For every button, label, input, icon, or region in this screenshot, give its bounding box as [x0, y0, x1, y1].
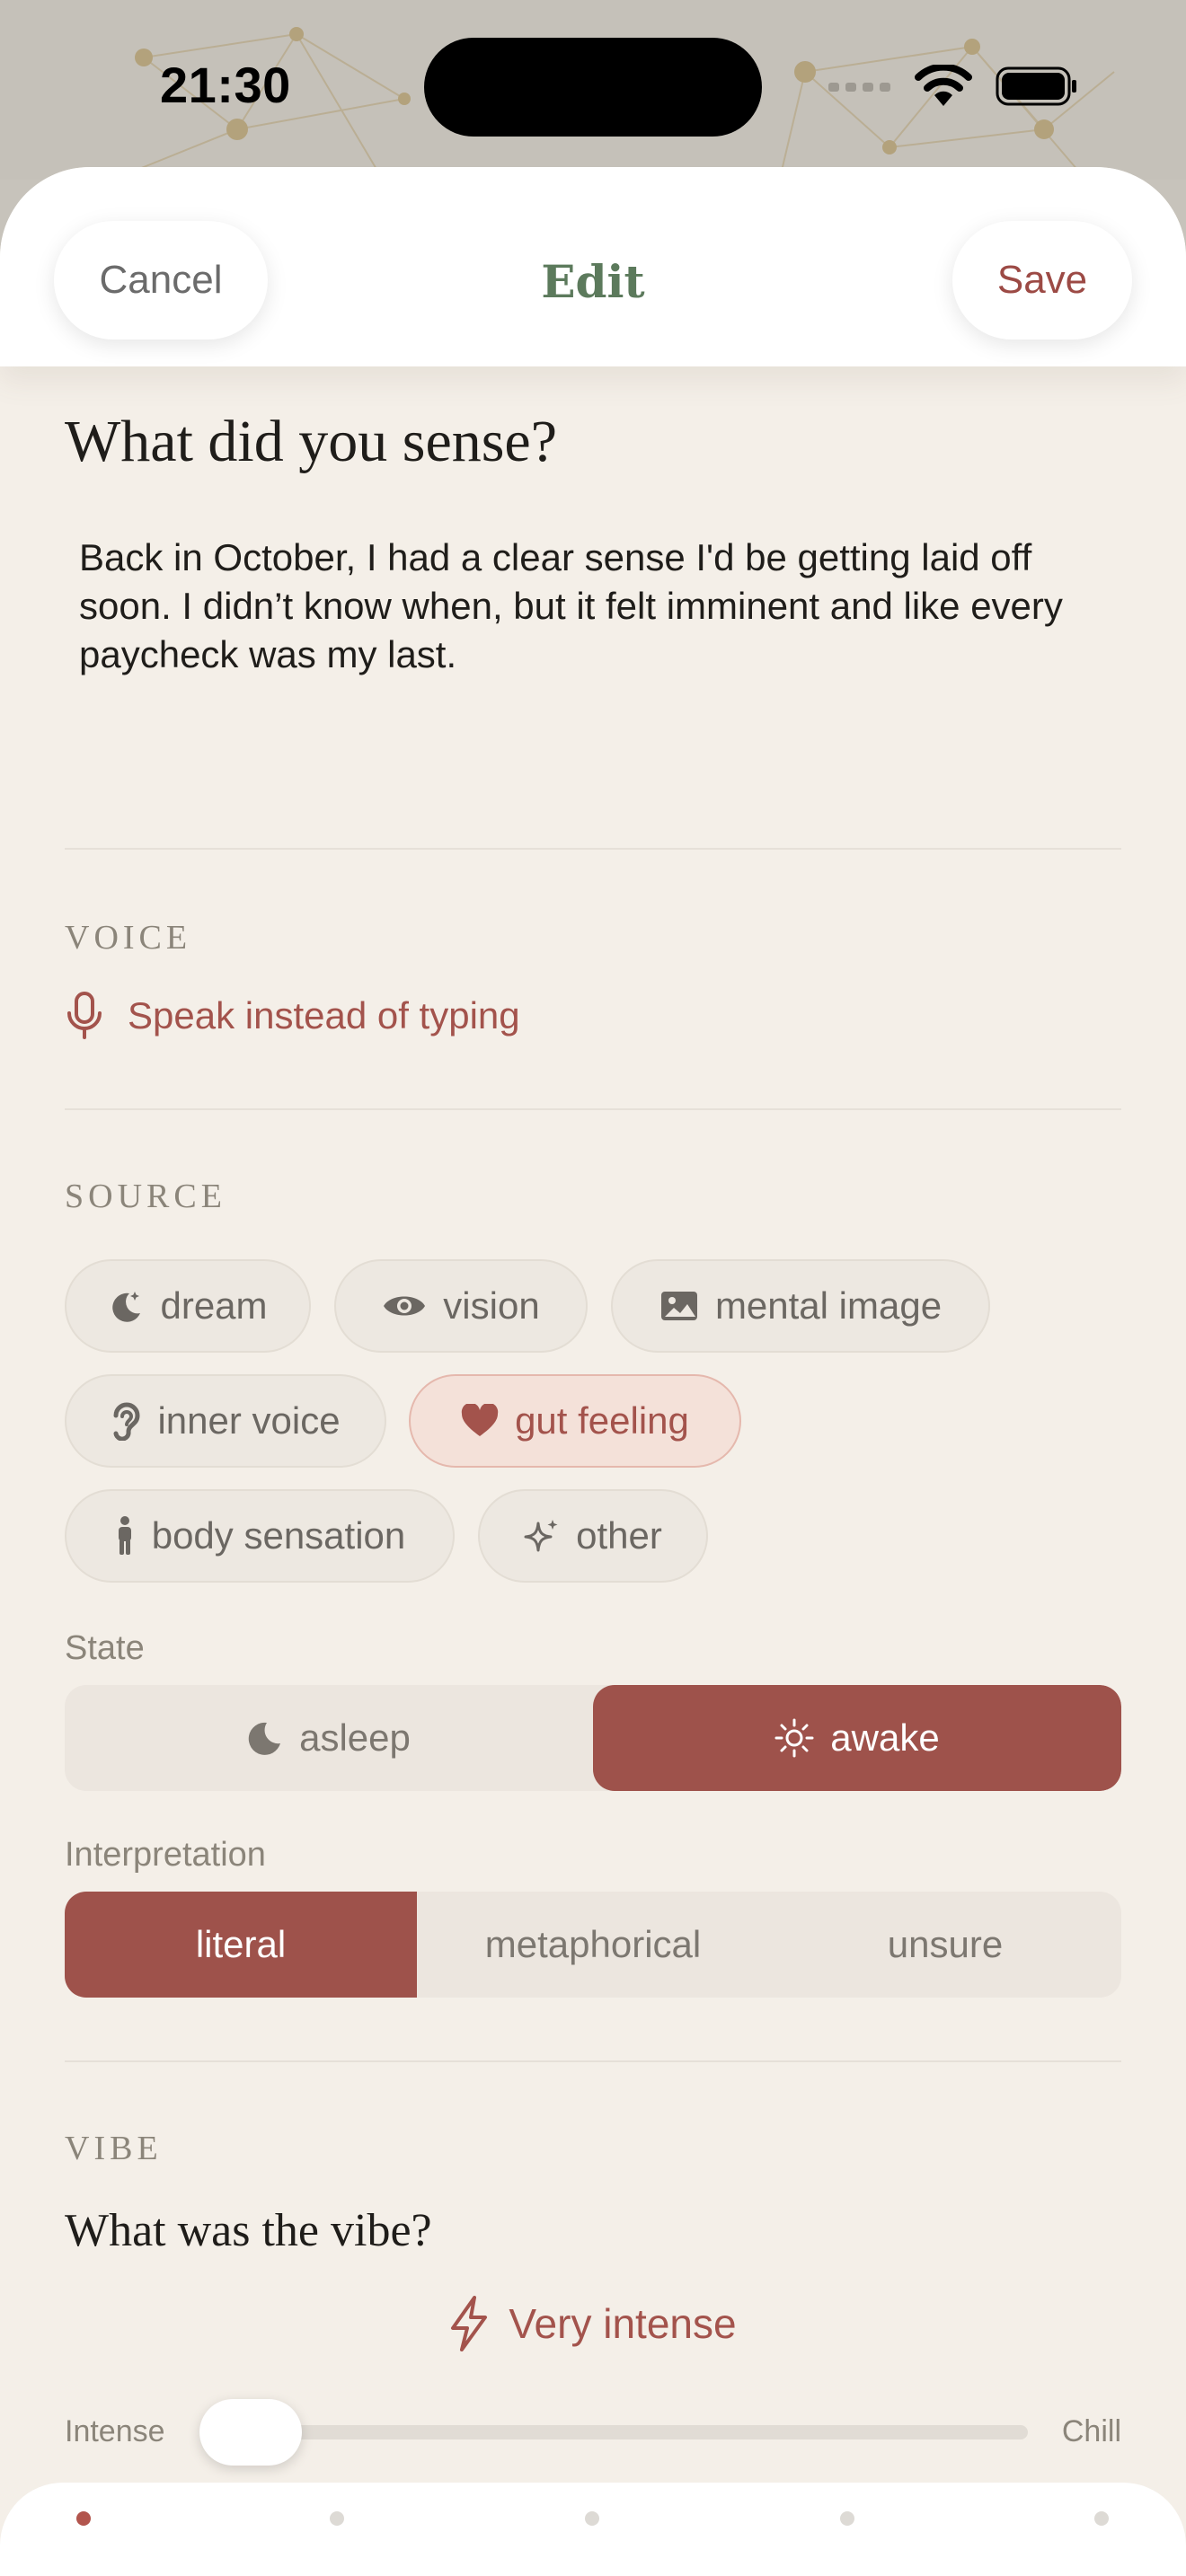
- intensity-label: Very intense: [509, 2300, 737, 2347]
- sun-icon: [774, 1718, 814, 1758]
- chip-label: inner voice: [157, 1399, 341, 1442]
- ear-icon: [113, 1402, 140, 1441]
- state-label: State: [65, 1629, 145, 1667]
- status-icons: [828, 65, 1078, 108]
- navigation-bar: Cancel Edit Save: [0, 167, 1186, 366]
- source-chip-other[interactable]: other: [478, 1489, 708, 1583]
- page-dot[interactable]: [840, 2511, 854, 2526]
- source-chip-vision[interactable]: vision: [334, 1259, 588, 1353]
- section-label-voice: VOICE: [65, 919, 192, 957]
- sparkles-icon: [524, 1520, 558, 1552]
- source-chip-body-sensation[interactable]: body sensation: [65, 1489, 455, 1583]
- status-time: 21:30: [160, 57, 291, 113]
- slider-max-label: Chill: [1061, 2414, 1121, 2448]
- interpretation-option-unsure[interactable]: unsure: [769, 1892, 1121, 1998]
- moon-stars-icon: [112, 1292, 141, 1322]
- page-dot[interactable]: [585, 2511, 599, 2526]
- status-bar: 21:30: [0, 0, 1186, 180]
- page-dot[interactable]: [330, 2511, 344, 2526]
- interpretation-label: Interpretation: [65, 1836, 266, 1874]
- vibe-slider-thumb[interactable]: [199, 2399, 302, 2466]
- person-icon: [118, 1516, 131, 1555]
- vibe-slider-track[interactable]: [234, 2425, 1028, 2439]
- moon-icon: [248, 1722, 281, 1755]
- speak-instead-label: Speak instead of typing: [128, 994, 520, 1037]
- source-chip-dream[interactable]: dream: [65, 1259, 311, 1353]
- state-option-label: awake: [830, 1716, 940, 1759]
- interpretation-option-literal[interactable]: literal: [65, 1892, 417, 1998]
- bolt-icon: [451, 2296, 488, 2351]
- divider: [65, 848, 1121, 850]
- battery-icon: [996, 66, 1076, 106]
- chip-label: mental image: [714, 1284, 943, 1327]
- eye-icon: [384, 1296, 426, 1316]
- state-option-label: asleep: [299, 1716, 411, 1759]
- section-label-vibe: VIBE: [65, 2130, 163, 2167]
- chip-label: vision: [443, 1284, 540, 1327]
- heart-icon: [461, 1404, 499, 1436]
- chip-label: other: [576, 1514, 662, 1557]
- photo-icon: [660, 1292, 697, 1320]
- microphone-icon: [67, 992, 102, 1039]
- sense-text-area[interactable]: Back in October, I had a clear sense I'd…: [79, 534, 1112, 679]
- source-chip-inner-voice[interactable]: inner voice: [65, 1374, 386, 1468]
- page-dot[interactable]: [76, 2511, 91, 2526]
- wifi-icon: [915, 65, 972, 106]
- dynamic-island: [424, 38, 762, 137]
- interpretation-segmented-control: literal metaphorical unsure: [65, 1892, 1121, 1998]
- save-button[interactable]: Save: [952, 221, 1132, 340]
- state-option-asleep[interactable]: asleep: [65, 1685, 593, 1791]
- state-option-awake[interactable]: awake: [593, 1685, 1121, 1791]
- source-chip-mental-image[interactable]: mental image: [611, 1259, 990, 1353]
- section-label-source: SOURCE: [65, 1178, 226, 1215]
- divider: [65, 2060, 1121, 2062]
- page-dot[interactable]: [1094, 2511, 1109, 2526]
- chip-label: gut feeling: [515, 1399, 689, 1442]
- page-indicator: [0, 2483, 1186, 2576]
- vibe-question: What was the vibe?: [65, 2205, 432, 2256]
- cellular-signal-icon: [828, 83, 890, 92]
- source-chip-gut-feeling[interactable]: gut feeling: [409, 1374, 741, 1468]
- interpretation-option-metaphorical[interactable]: metaphorical: [417, 1892, 769, 1998]
- edit-sheet: Cancel Edit Save What did you sense? Bac…: [0, 167, 1186, 2576]
- prompt-heading: What did you sense?: [65, 409, 558, 474]
- state-segmented-control: asleep awake: [65, 1685, 1121, 1791]
- intensity-indicator: Very intense: [0, 2296, 1186, 2351]
- slider-min-label: Intense: [65, 2414, 165, 2448]
- speak-instead-button[interactable]: Speak instead of typing: [65, 992, 520, 1040]
- chip-label: body sensation: [151, 1514, 406, 1557]
- chip-label: dream: [160, 1284, 268, 1327]
- divider: [65, 1108, 1121, 1110]
